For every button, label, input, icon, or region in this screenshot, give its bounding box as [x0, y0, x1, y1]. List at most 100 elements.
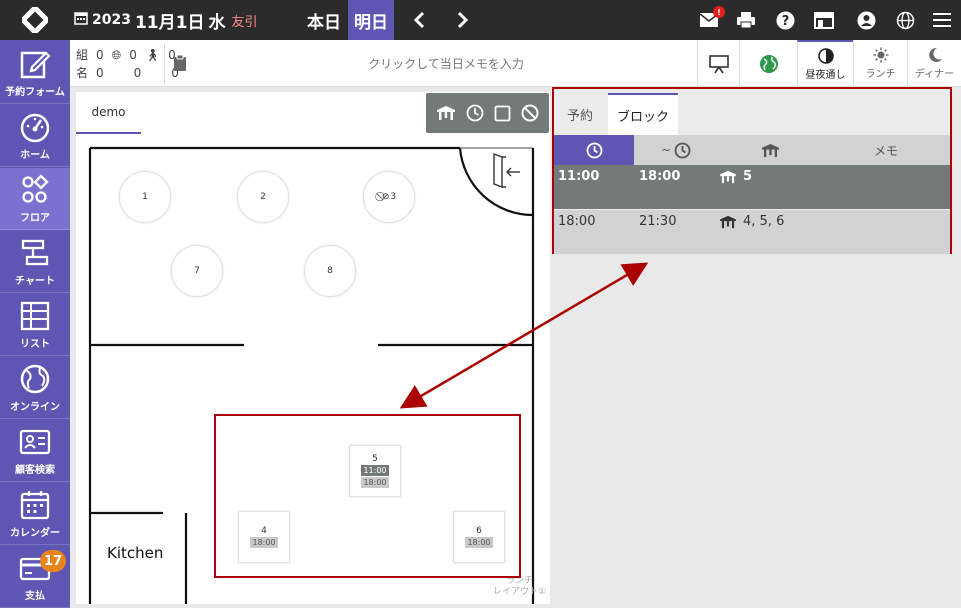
sidebar-item-calendar[interactable]: カレンダー — [0, 483, 70, 545]
hamburger-icon — [933, 13, 951, 27]
sidebar-item-reservation-form[interactable]: 予約フォーム — [0, 42, 70, 104]
groups-label: 組 — [76, 48, 89, 62]
clock-icon — [586, 142, 602, 158]
language-button[interactable] — [893, 8, 917, 32]
presentation-icon — [708, 54, 729, 73]
shapes-icon — [22, 174, 49, 203]
table-label: 4 — [261, 526, 267, 536]
divider — [164, 44, 165, 84]
people-count: 0 — [96, 66, 104, 80]
view-dinner-button[interactable]: ディナー — [907, 40, 961, 87]
date-weekday: 水 — [208, 12, 226, 33]
sidebar-item-home[interactable]: ホーム — [0, 105, 70, 167]
tilde-label: ~ — [660, 143, 672, 157]
sidebar-item-online[interactable]: オンライン — [0, 357, 70, 419]
block-row[interactable]: 18:00 21:30 4, 5, 6 — [554, 210, 950, 254]
sidebar-item-chart[interactable]: チャート — [0, 231, 70, 293]
today-button[interactable]: 本日 — [302, 0, 346, 40]
table-label: 2 — [260, 192, 266, 202]
people-label: 名 — [76, 66, 89, 80]
groups-count: 0 — [96, 48, 104, 62]
view-allday-button[interactable]: 昼夜通し — [797, 40, 853, 87]
table-label: 5 — [372, 454, 378, 464]
moon-icon — [928, 47, 942, 62]
sort-end-time-button[interactable]: ~ — [634, 135, 718, 165]
table-7[interactable]: 7 — [171, 245, 223, 297]
chart-icon — [21, 239, 49, 266]
view-dinner-label: ディナー — [914, 69, 955, 80]
block-start-time: 18:00 — [558, 214, 596, 229]
store-icon — [814, 12, 834, 29]
presentation-button[interactable] — [697, 40, 739, 87]
paperclip-memo-icon — [172, 54, 188, 76]
help-button[interactable]: ? — [773, 8, 797, 32]
block-tables: 5 — [719, 169, 752, 184]
globe-icon — [759, 54, 778, 73]
chevron-right-icon — [457, 11, 469, 29]
table-2[interactable]: 2 — [237, 171, 289, 223]
table-5[interactable]: 5 11:00 18:00 — [349, 445, 401, 497]
table-icon — [720, 215, 736, 228]
online-globe-button[interactable] — [739, 40, 797, 87]
menu-button[interactable] — [930, 8, 954, 32]
table-icon — [761, 143, 779, 157]
table-3[interactable]: ⃠⊘ 3 — [363, 171, 415, 223]
mail-button[interactable]: ! — [697, 6, 725, 32]
date-rokuyo: 友引 — [231, 14, 258, 30]
sidebar-item-label: オンライン — [10, 402, 60, 413]
people-online-count: 0 — [133, 66, 142, 80]
block-list-panel: 予約 ブロック ~ メモ 11:00 18:00 5 18:00 21:30 4… — [552, 87, 952, 254]
sidebar-item-customer-search[interactable]: 顧客検索 — [0, 420, 70, 482]
prev-day-button[interactable] — [404, 0, 434, 40]
globe-icon — [896, 11, 914, 29]
account-button[interactable] — [854, 8, 878, 32]
table-8[interactable]: 8 — [304, 245, 356, 297]
chevron-left-icon — [413, 11, 425, 29]
floor-panel: demo 1 2 ⃠⊘ 3 7 8 5 11:00 18:00 4 18:00 … — [76, 92, 550, 604]
sort-tables-button[interactable] — [718, 135, 822, 165]
view-lunch-button[interactable]: ランチ — [853, 40, 907, 87]
table-1[interactable]: 1 — [119, 171, 171, 223]
sidebar-item-label: ホーム — [20, 150, 50, 161]
mail-badge: ! — [713, 6, 725, 18]
block-time-badge: 18:00 — [361, 477, 389, 488]
sidebar-item-floor[interactable]: フロア — [0, 168, 70, 230]
next-day-button[interactable] — [448, 0, 478, 40]
store-button[interactable] — [812, 8, 836, 32]
app-logo-icon[interactable] — [0, 0, 70, 40]
view-allday-label: 昼夜通し — [805, 70, 846, 81]
block-time-badge: 18:00 — [250, 537, 278, 548]
block-start-time: 11:00 — [558, 169, 600, 184]
sidebar-item-label: 予約フォーム — [5, 87, 65, 98]
date-month-day: 11月1日 — [134, 12, 205, 33]
sidebar-item-payment[interactable]: 支払 17 — [0, 546, 70, 608]
guest-counts: 組 0 🌐︎ 0 🚶︎ 0 名 0 0 0 — [76, 44, 179, 84]
sidebar-item-label: 支払 — [25, 591, 45, 602]
tab-reservations[interactable]: 予約 — [554, 93, 606, 135]
date-year: 2023 — [92, 12, 131, 28]
table-icon — [720, 170, 736, 183]
exit-door-icon — [493, 152, 520, 189]
date-display[interactable]: 2023 11月1日 水 友引 — [74, 0, 257, 40]
sidebar-item-list[interactable]: リスト — [0, 294, 70, 356]
print-button[interactable] — [734, 8, 758, 32]
edit-icon — [20, 51, 51, 79]
table-6[interactable]: 6 18:00 — [453, 511, 505, 563]
daily-memo-input[interactable] — [196, 50, 696, 78]
sort-start-time-button[interactable] — [554, 135, 634, 165]
table-4[interactable]: 4 18:00 — [238, 511, 290, 563]
gauge-icon — [20, 113, 50, 143]
sun-icon — [873, 47, 888, 63]
clock-icon — [674, 142, 691, 158]
table-label: 3 — [390, 192, 397, 202]
svg-text:?: ? — [781, 14, 789, 29]
sidebar-item-label: チャート — [15, 276, 55, 287]
tomorrow-button[interactable]: 明日 — [348, 0, 394, 40]
sidebar: 予約フォーム ホーム フロア チャート リスト オンライン 顧客検索 カレンダー… — [0, 40, 70, 608]
payment-count-badge: 17 — [40, 550, 66, 572]
block-row[interactable]: 11:00 18:00 5 — [554, 165, 950, 209]
table-label: 6 — [476, 526, 482, 536]
tab-blocks[interactable]: ブロック — [608, 93, 678, 135]
block-end-time: 18:00 — [639, 169, 681, 184]
